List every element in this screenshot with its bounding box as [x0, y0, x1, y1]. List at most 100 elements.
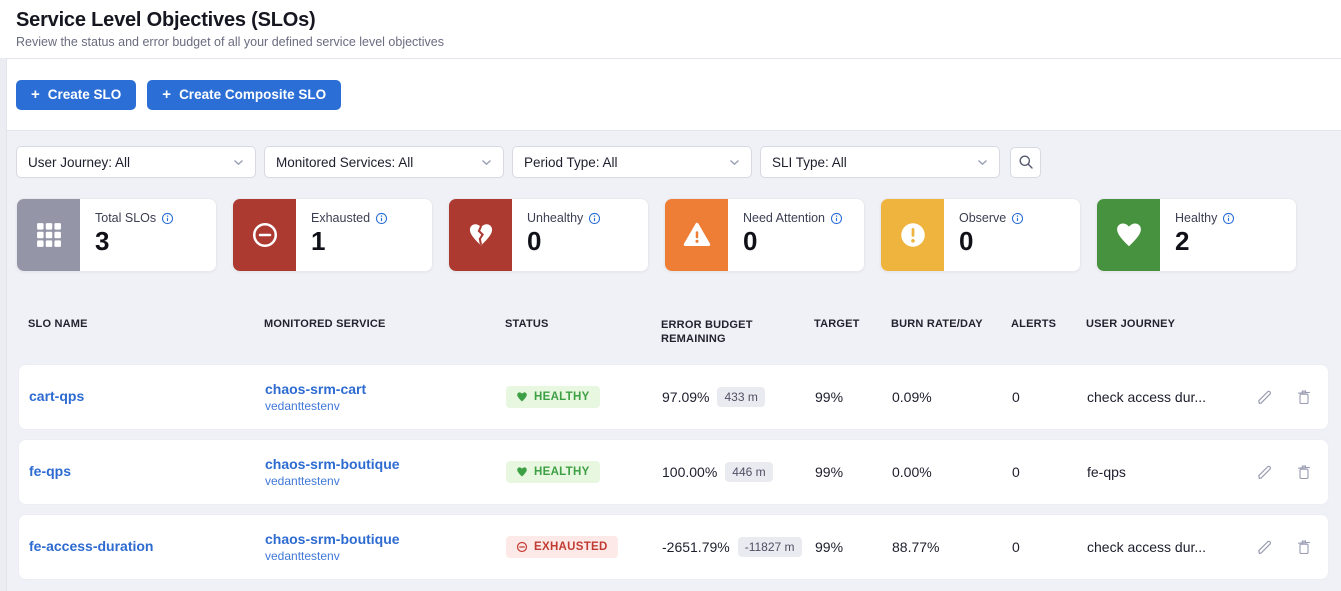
target-value: 99%	[815, 389, 892, 405]
user-journey-filter[interactable]: User Journey: All	[16, 146, 256, 178]
table-header: SLO NAME MONITORED SERVICE STATUS ERROR …	[18, 272, 1329, 364]
burn-rate-value: 0.00%	[892, 464, 1012, 480]
stat-card-observe: Observe 0	[880, 198, 1081, 272]
info-icon[interactable]	[375, 212, 388, 225]
monitored-service-link[interactable]: chaos-srm-boutique	[265, 456, 506, 473]
alerts-count: 0	[1012, 539, 1087, 555]
burn-rate-value: 88.77%	[892, 539, 1012, 555]
sli-type-filter-label: SLI Type: All	[772, 155, 847, 170]
stat-value: 0	[743, 228, 843, 254]
stat-value: 0	[527, 228, 601, 254]
monitored-service-link[interactable]: chaos-srm-boutique	[265, 531, 506, 548]
user-journey-value: check access dur...	[1087, 389, 1251, 405]
heart-icon	[1114, 220, 1144, 250]
grid-icon	[36, 222, 62, 248]
status-label: EXHAUSTED	[534, 541, 608, 553]
col-user-journey: USER JOURNEY	[1086, 318, 1250, 330]
edit-button[interactable]	[1256, 539, 1273, 556]
stat-value: 1	[311, 228, 388, 254]
exclamation-circle-icon	[898, 220, 928, 250]
col-alerts: ALERTS	[1011, 318, 1086, 330]
status-badge: HEALTHY	[506, 386, 600, 408]
error-budget-minutes: 446 m	[725, 462, 772, 482]
sli-type-filter[interactable]: SLI Type: All	[760, 146, 1000, 178]
create-slo-label: Create SLO	[48, 87, 122, 102]
slo-name-link[interactable]: fe-access-duration	[29, 538, 153, 554]
info-icon[interactable]	[161, 212, 174, 225]
table-row: fe-qps chaos-srm-boutique vedanttestenv …	[18, 439, 1329, 505]
slo-name-link[interactable]: cart-qps	[29, 388, 84, 404]
col-burn-rate: BURN RATE/DAY	[891, 318, 1011, 330]
plus-icon: +	[31, 86, 40, 103]
pencil-icon	[1256, 464, 1273, 481]
edit-button[interactable]	[1256, 464, 1273, 481]
monitored-service-link[interactable]: chaos-srm-cart	[265, 381, 506, 398]
error-budget-minutes: -11827 m	[738, 537, 802, 557]
page-header: Service Level Objectives (SLOs) Review t…	[0, 0, 1341, 59]
info-icon[interactable]	[588, 212, 601, 225]
monitored-services-filter-label: Monitored Services: All	[276, 155, 413, 170]
delete-button[interactable]	[1296, 539, 1312, 556]
period-type-filter-label: Period Type: All	[524, 155, 618, 170]
search-icon	[1018, 154, 1034, 170]
trash-icon	[1296, 539, 1312, 556]
col-monitored-service: MONITORED SERVICE	[264, 318, 505, 330]
page-subtitle: Review the status and error budget of al…	[16, 35, 1325, 49]
stat-card-total-slos: Total SLOs 3	[16, 198, 217, 272]
stat-cards: Total SLOs 3 Exhausted 1	[0, 178, 1341, 272]
minus-circle-icon	[516, 541, 528, 553]
user-journey-value: check access dur...	[1087, 539, 1251, 555]
stat-card-exhausted: Exhausted 1	[232, 198, 433, 272]
stat-value: 3	[95, 228, 174, 254]
edit-button[interactable]	[1256, 389, 1273, 406]
slo-name-link[interactable]: fe-qps	[29, 463, 71, 479]
col-target: TARGET	[814, 318, 891, 330]
stat-value: 2	[1175, 228, 1235, 254]
burn-rate-value: 0.09%	[892, 389, 1012, 405]
create-composite-slo-label: Create Composite SLO	[179, 87, 326, 102]
status-badge: HEALTHY	[506, 461, 600, 483]
content-area: User Journey: All Monitored Services: Al…	[0, 131, 1341, 591]
trash-icon	[1296, 464, 1312, 481]
heart-icon	[516, 466, 528, 478]
search-button[interactable]	[1010, 147, 1041, 178]
stat-card-healthy: Healthy 2	[1096, 198, 1297, 272]
error-budget-percent: 100.00%	[662, 464, 717, 480]
stat-label: Unhealthy	[527, 211, 583, 225]
table-row: cart-qps chaos-srm-cart vedanttestenv HE…	[18, 364, 1329, 430]
user-journey-filter-label: User Journey: All	[28, 155, 130, 170]
broken-heart-icon	[467, 221, 495, 249]
alerts-count: 0	[1012, 464, 1087, 480]
stat-label: Healthy	[1175, 211, 1217, 225]
target-value: 99%	[815, 464, 892, 480]
environment-label: vedanttestenv	[265, 549, 506, 563]
col-error-budget-remaining: ERROR BUDGET REMAINING	[661, 318, 761, 346]
error-budget-percent: 97.09%	[662, 389, 709, 405]
create-slo-button[interactable]: + Create SLO	[16, 80, 136, 110]
slo-table: SLO NAME MONITORED SERVICE STATUS ERROR …	[0, 272, 1341, 580]
period-type-filter[interactable]: Period Type: All	[512, 146, 752, 178]
plus-icon: +	[162, 86, 171, 103]
delete-button[interactable]	[1296, 464, 1312, 481]
user-journey-value: fe-qps	[1087, 464, 1251, 480]
info-icon[interactable]	[1222, 212, 1235, 225]
stat-label: Need Attention	[743, 211, 825, 225]
error-budget-minutes: 433 m	[717, 387, 764, 407]
pencil-icon	[1256, 539, 1273, 556]
delete-button[interactable]	[1296, 389, 1312, 406]
create-composite-slo-button[interactable]: + Create Composite SLO	[147, 80, 341, 110]
stat-card-unhealthy: Unhealthy 0	[448, 198, 649, 272]
info-icon[interactable]	[830, 212, 843, 225]
alerts-count: 0	[1012, 389, 1087, 405]
target-value: 99%	[815, 539, 892, 555]
col-status: STATUS	[505, 318, 661, 330]
filter-bar: User Journey: All Monitored Services: Al…	[0, 131, 1341, 178]
chevron-down-icon	[233, 159, 244, 166]
stat-label: Total SLOs	[95, 211, 156, 225]
environment-label: vedanttestenv	[265, 474, 506, 488]
warning-triangle-icon	[682, 220, 712, 250]
monitored-services-filter[interactable]: Monitored Services: All	[264, 146, 504, 178]
heart-icon	[516, 391, 528, 403]
stat-label: Observe	[959, 211, 1006, 225]
info-icon[interactable]	[1011, 212, 1024, 225]
